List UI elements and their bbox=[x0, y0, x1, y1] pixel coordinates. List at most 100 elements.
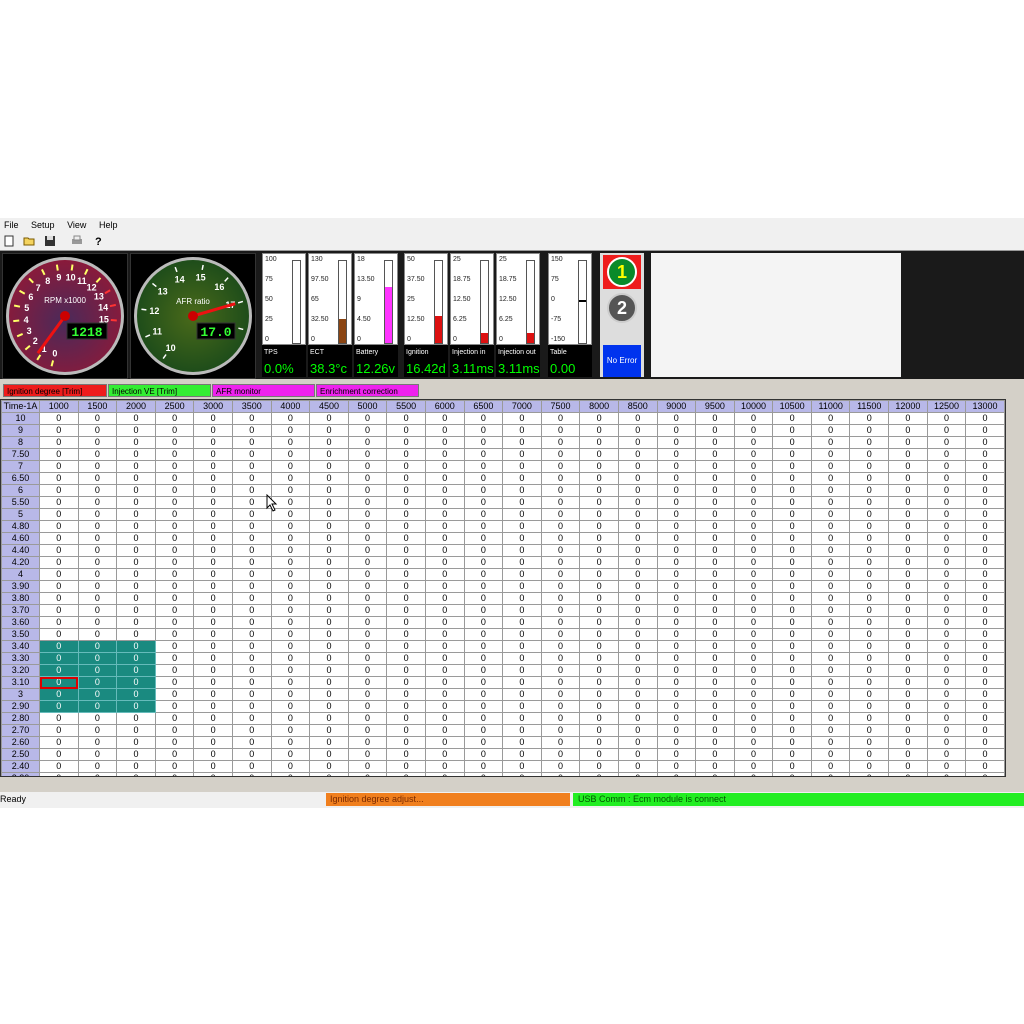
map-cell[interactable]: 0 bbox=[888, 472, 928, 485]
map-cell[interactable]: 0 bbox=[270, 520, 311, 533]
map-cell[interactable]: 0 bbox=[810, 436, 851, 449]
map-cell[interactable]: 0 bbox=[695, 532, 735, 545]
map-cell[interactable]: 0 bbox=[849, 460, 890, 473]
map-cell[interactable]: 0 bbox=[116, 700, 156, 713]
map-cell[interactable]: 0 bbox=[347, 748, 388, 761]
map-cell[interactable]: 0 bbox=[39, 628, 79, 641]
map-cell[interactable]: 0 bbox=[502, 664, 542, 677]
menu-help[interactable]: Help bbox=[99, 218, 118, 232]
map-cell[interactable]: 0 bbox=[116, 712, 156, 725]
map-cell[interactable]: 0 bbox=[849, 724, 890, 737]
map-cell[interactable]: 0 bbox=[926, 448, 967, 461]
map-cell[interactable]: 0 bbox=[695, 508, 735, 521]
map-cell[interactable]: 0 bbox=[309, 544, 349, 557]
map-cell[interactable]: 0 bbox=[502, 652, 542, 665]
map-cell[interactable]: 0 bbox=[617, 592, 658, 605]
map-cell[interactable]: 0 bbox=[193, 724, 233, 737]
map-cell[interactable]: 0 bbox=[347, 424, 388, 437]
map-cell[interactable]: 0 bbox=[965, 436, 1005, 449]
map-cell[interactable]: 0 bbox=[193, 448, 233, 461]
map-cell[interactable]: 0 bbox=[772, 760, 812, 773]
map-cell[interactable]: 0 bbox=[849, 652, 890, 665]
map-cell[interactable]: 0 bbox=[656, 700, 697, 713]
map-cell[interactable]: 0 bbox=[540, 676, 581, 689]
map-cell[interactable]: 0 bbox=[617, 424, 658, 437]
map-cell[interactable]: 0 bbox=[579, 652, 619, 665]
map-cell[interactable]: 0 bbox=[77, 556, 118, 569]
map-cell[interactable]: 0 bbox=[154, 448, 195, 461]
map-cell[interactable]: 0 bbox=[154, 724, 195, 737]
map-cell[interactable]: 0 bbox=[270, 592, 311, 605]
map-cell[interactable]: 0 bbox=[965, 556, 1005, 569]
map-cell[interactable]: 0 bbox=[617, 652, 658, 665]
map-cell[interactable]: 0 bbox=[270, 700, 311, 713]
map-cell[interactable]: 0 bbox=[965, 448, 1005, 461]
map-cell[interactable]: 0 bbox=[77, 484, 118, 497]
map-cell[interactable]: 0 bbox=[154, 700, 195, 713]
map-cell[interactable]: 0 bbox=[116, 436, 156, 449]
map-cell[interactable]: 0 bbox=[347, 664, 388, 677]
map-cell[interactable]: 0 bbox=[39, 664, 79, 677]
map-cell[interactable]: 0 bbox=[463, 544, 504, 557]
map-cell[interactable]: 0 bbox=[579, 664, 619, 677]
map-cell[interactable]: 0 bbox=[579, 676, 619, 689]
map-cell[interactable]: 0 bbox=[965, 520, 1005, 533]
help-icon[interactable]: ? bbox=[92, 235, 104, 248]
map-cell[interactable]: 0 bbox=[116, 460, 156, 473]
map-cell[interactable]: 0 bbox=[695, 772, 735, 776]
map-cell[interactable]: 0 bbox=[463, 616, 504, 629]
map-cell[interactable]: 0 bbox=[888, 736, 928, 749]
map-cell[interactable]: 0 bbox=[39, 604, 79, 617]
map-cell[interactable]: 0 bbox=[965, 688, 1005, 701]
map-cell[interactable]: 0 bbox=[154, 640, 195, 653]
map-cell[interactable]: 0 bbox=[347, 436, 388, 449]
map-cell[interactable]: 0 bbox=[502, 472, 542, 485]
map-cell[interactable]: 0 bbox=[463, 760, 504, 773]
map-cell[interactable]: 0 bbox=[772, 712, 812, 725]
map-cell[interactable]: 0 bbox=[849, 664, 890, 677]
map-cell[interactable]: 0 bbox=[347, 772, 388, 776]
map-cell[interactable]: 0 bbox=[154, 496, 195, 509]
map-cell[interactable]: 0 bbox=[965, 568, 1005, 581]
map-cell[interactable]: 0 bbox=[926, 568, 967, 581]
map-cell[interactable]: 0 bbox=[39, 412, 79, 425]
map-cell[interactable]: 0 bbox=[733, 472, 774, 485]
map-cell[interactable]: 0 bbox=[231, 580, 272, 593]
map-cell[interactable]: 0 bbox=[424, 652, 465, 665]
map-cell[interactable]: 0 bbox=[656, 412, 697, 425]
map-cell[interactable]: 0 bbox=[154, 484, 195, 497]
map-cell[interactable]: 0 bbox=[888, 448, 928, 461]
map-cell[interactable]: 0 bbox=[540, 532, 581, 545]
map-cell[interactable]: 0 bbox=[386, 508, 426, 521]
map-cell[interactable]: 0 bbox=[39, 484, 79, 497]
map-cell[interactable]: 0 bbox=[154, 628, 195, 641]
map-cell[interactable]: 0 bbox=[39, 472, 79, 485]
tab-afr-monitor[interactable]: AFR monitor bbox=[212, 384, 315, 397]
map-cell[interactable]: 0 bbox=[733, 592, 774, 605]
map-cell[interactable]: 0 bbox=[77, 652, 118, 665]
map-cell[interactable]: 0 bbox=[733, 688, 774, 701]
map-cell[interactable]: 0 bbox=[116, 580, 156, 593]
map-cell[interactable]: 0 bbox=[154, 772, 195, 776]
map-cell[interactable]: 0 bbox=[540, 628, 581, 641]
map-cell[interactable]: 0 bbox=[39, 712, 79, 725]
map-cell[interactable]: 0 bbox=[810, 616, 851, 629]
map-cell[interactable]: 0 bbox=[154, 676, 195, 689]
map-cell[interactable]: 0 bbox=[926, 496, 967, 509]
map-cell[interactable]: 0 bbox=[810, 736, 851, 749]
map-cell[interactable]: 0 bbox=[347, 628, 388, 641]
map-cell[interactable]: 0 bbox=[926, 436, 967, 449]
map-cell[interactable]: 0 bbox=[154, 748, 195, 761]
menu-setup[interactable]: Setup bbox=[31, 218, 55, 232]
map-cell[interactable]: 0 bbox=[810, 448, 851, 461]
map-cell[interactable]: 0 bbox=[849, 508, 890, 521]
map-cell[interactable]: 0 bbox=[810, 688, 851, 701]
map-cell[interactable]: 0 bbox=[193, 460, 233, 473]
map-cell[interactable]: 0 bbox=[888, 676, 928, 689]
map-cell[interactable]: 0 bbox=[965, 760, 1005, 773]
map-cell[interactable]: 0 bbox=[347, 520, 388, 533]
map-cell[interactable]: 0 bbox=[888, 748, 928, 761]
map-cell[interactable]: 0 bbox=[193, 772, 233, 776]
map-cell[interactable]: 0 bbox=[77, 628, 118, 641]
map-cell[interactable]: 0 bbox=[617, 556, 658, 569]
